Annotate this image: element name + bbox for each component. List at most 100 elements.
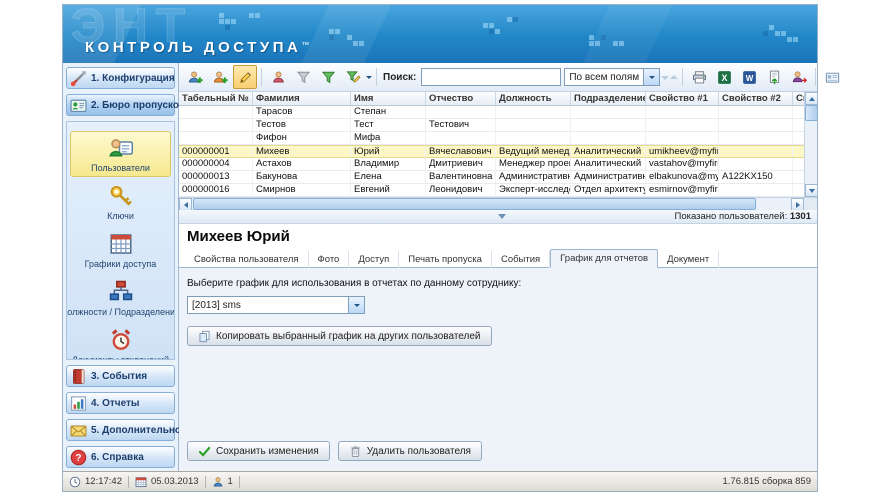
copy-schedule-button[interactable]: Копировать выбранный график на других по…: [187, 326, 492, 346]
detail-tab[interactable]: Фото: [309, 251, 350, 268]
sidebar-item-deviation-documents[interactable]: Документы отклонений: [70, 323, 171, 360]
sidebar-item-keys[interactable]: Ключи: [70, 179, 171, 225]
search-input[interactable]: [421, 68, 561, 86]
table-row[interactable]: 000000016СмирновЕвгенийЛеонидовичЭксперт…: [179, 184, 817, 197]
filter-dropdown-arrow[interactable]: [366, 72, 372, 82]
add-user-from-template-button[interactable]: [208, 65, 232, 89]
sidebar: 1. Конфигурация 2. Бюро пропусков Пользо…: [63, 63, 179, 471]
export-word-icon[interactable]: W: [737, 65, 761, 89]
table-row[interactable]: 000000013БакуноваЕленаВалентиновнаАдмини…: [179, 171, 817, 184]
filter-edit-icon[interactable]: [341, 65, 365, 89]
table-cell: Степан: [351, 106, 426, 118]
pixel-decoration: [213, 13, 218, 18]
shown-users-count: 1301: [790, 211, 811, 222]
horizontal-scrollbar[interactable]: [179, 197, 817, 210]
sidebar-section-label: 4. Отчеты: [91, 398, 139, 409]
table-cell: umikheev@myfirm.or: [646, 146, 719, 157]
status-version: 1.76.815 сборка 859: [722, 476, 811, 487]
pixel-decoration: [583, 35, 588, 40]
export-excel-icon[interactable]: X: [712, 65, 736, 89]
splitter-bar[interactable]: Показано пользователей: 1301: [179, 210, 817, 224]
report-schedule-select[interactable]: [2013] sms: [187, 296, 365, 314]
pixel-decoration: [683, 13, 688, 18]
column-header[interactable]: Свойство #1: [646, 92, 719, 105]
report-schedule-value: [2013] sms: [188, 300, 348, 311]
dismiss-user-icon[interactable]: [787, 65, 811, 89]
table-cell: Валентиновна: [426, 171, 496, 183]
column-header[interactable]: Фамилия: [253, 92, 351, 105]
sidebar-section-events[interactable]: 3. События: [66, 365, 175, 387]
sidebar-item-access-schedules[interactable]: Графики доступа: [70, 227, 171, 273]
sidebar-subpanel: ПользователиКлючиГрафики доступаДолжност…: [66, 121, 175, 360]
scroll-track[interactable]: [192, 198, 791, 210]
sidebar-item-users[interactable]: Пользователи: [70, 131, 171, 177]
user-card-icon[interactable]: [820, 65, 844, 89]
filter-apply-icon[interactable]: [316, 65, 340, 89]
table-cell: [426, 132, 496, 144]
add-user-button[interactable]: [183, 65, 207, 89]
table-row[interactable]: 000000001МихеевЮрийВячеславовичВедущий м…: [179, 145, 817, 158]
table-cell: Бакунова: [253, 171, 351, 183]
table-cell: 000000004: [179, 158, 253, 170]
svg-text:X: X: [721, 73, 727, 83]
table-row[interactable]: 000000004АстаховВладимирДмитриевичМенедж…: [179, 158, 817, 171]
table-cell: [719, 132, 793, 144]
search-next-button[interactable]: [661, 71, 669, 84]
svg-text:W: W: [745, 73, 753, 82]
scroll-up-button[interactable]: [805, 92, 818, 105]
sidebar-section-reports[interactable]: 4. Отчеты: [66, 392, 175, 414]
column-header[interactable]: Сво: [793, 92, 804, 105]
import-icon[interactable]: [762, 65, 786, 89]
filter-clear-icon[interactable]: [291, 65, 315, 89]
vertical-scrollbar[interactable]: [804, 92, 817, 197]
column-header[interactable]: Свойство #2: [719, 92, 793, 105]
edit-user-button[interactable]: [233, 65, 257, 89]
table-cell: [646, 106, 719, 118]
scroll-down-button[interactable]: [805, 184, 818, 197]
detail-tab[interactable]: События: [492, 251, 550, 268]
scroll-thumb[interactable]: [193, 198, 756, 210]
print-icon[interactable]: [687, 65, 711, 89]
column-header[interactable]: Отчество: [426, 92, 496, 105]
copy-icon: [198, 330, 211, 343]
column-header[interactable]: Подразделение: [571, 92, 646, 105]
table-cell: Тестович: [426, 119, 496, 131]
chevron-down-icon[interactable]: [643, 69, 659, 85]
main-area: Поиск: По всем полям X W Табельный: [179, 63, 817, 471]
search-prev-button[interactable]: [670, 71, 678, 84]
column-header[interactable]: Имя: [351, 92, 426, 105]
sidebar-section-configuration[interactable]: 1. Конфигурация: [66, 67, 175, 89]
detail-tab[interactable]: Свойства пользователя: [185, 251, 309, 268]
scroll-thumb[interactable]: [805, 105, 818, 121]
toolbar-separator: [682, 68, 683, 86]
table-row[interactable]: ТарасовСтепан: [179, 106, 817, 119]
toolbar: Поиск: По всем полям X W: [179, 63, 817, 92]
status-online-users: 1: [212, 476, 233, 488]
detail-tab[interactable]: Печать пропуска: [399, 251, 492, 268]
delete-user-button[interactable]: Удалить пользователя: [338, 441, 482, 461]
chevron-down-icon[interactable]: [348, 297, 364, 313]
sidebar-section-pass-bureau[interactable]: 2. Бюро пропусков: [66, 94, 175, 116]
sidebar-section-help[interactable]: ? 6. Справка: [66, 446, 175, 468]
detail-tab[interactable]: Документ: [658, 251, 719, 268]
save-changes-button[interactable]: Сохранить изменения: [187, 441, 330, 461]
column-header[interactable]: Должность: [496, 92, 571, 105]
table-row[interactable]: ТестовТестТестович: [179, 119, 817, 132]
key-icon: [109, 184, 133, 208]
status-time-value: 12:17:42: [85, 476, 122, 487]
collapse-chevron-icon[interactable]: [498, 214, 506, 223]
detail-tab[interactable]: График для отчетов: [550, 249, 658, 268]
status-time: 12:17:42: [69, 476, 122, 488]
column-header[interactable]: Табельный №: [179, 92, 253, 105]
table-row[interactable]: ФифонМифа: [179, 132, 817, 145]
shown-users-counter: Показано пользователей: 1301: [675, 211, 818, 222]
delete-user-toolbar-button[interactable]: [266, 65, 290, 89]
sidebar-section-extra[interactable]: 5. Дополнительно: [66, 419, 175, 441]
detail-tab[interactable]: Доступ: [349, 251, 399, 268]
table-cell: [719, 119, 793, 131]
alarm-icon: [109, 328, 133, 352]
table-header: Табельный №ФамилияИмяОтчествоДолжностьПо…: [179, 92, 817, 106]
status-date: 05.03.2013: [135, 476, 199, 488]
search-scope-select[interactable]: По всем полям: [564, 68, 660, 86]
sidebar-item-positions-departments[interactable]: Должности / Подразделения: [70, 275, 171, 321]
